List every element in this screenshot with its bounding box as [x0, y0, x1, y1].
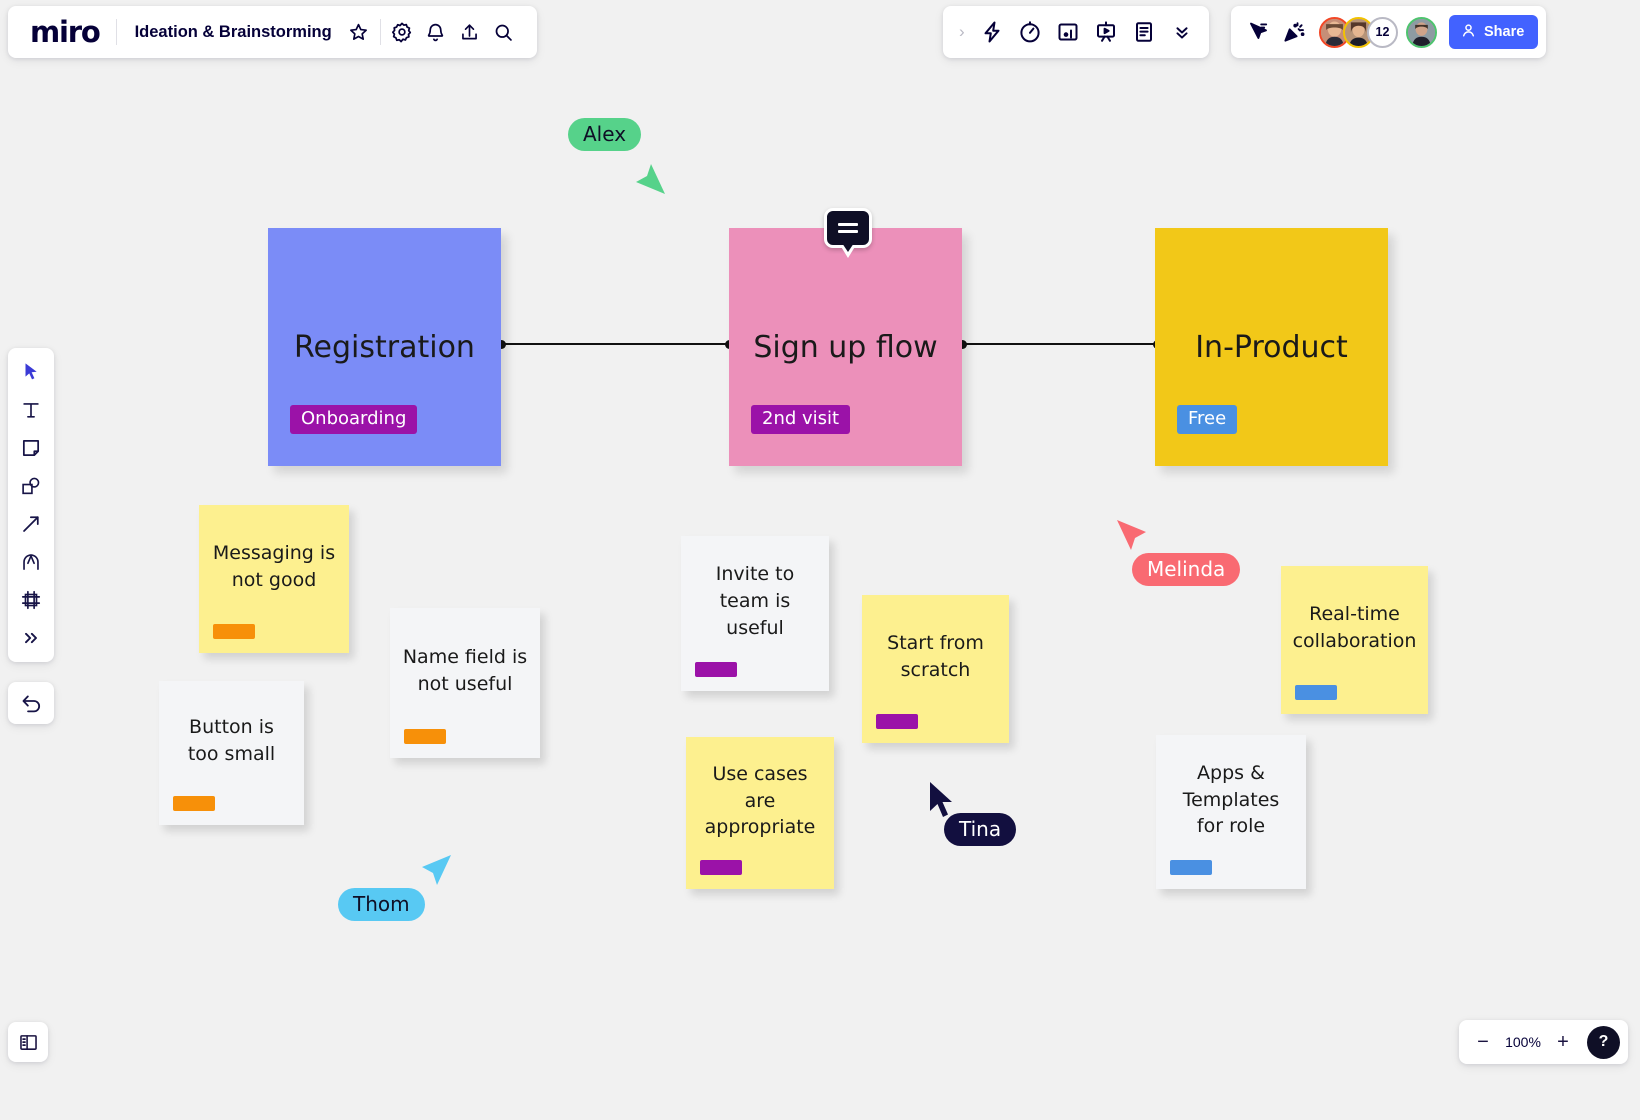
undo-button[interactable] — [8, 682, 54, 724]
note-text: Invite to team is useful — [715, 563, 795, 639]
collab-cursor-alex-pointer-icon — [634, 158, 668, 201]
card-sign-up-flow[interactable]: Sign up flow 2nd visit — [729, 228, 962, 466]
collaborator-avatars: 12 — [1319, 16, 1437, 48]
presentation-icon[interactable] — [1089, 15, 1123, 49]
note-button-is-too-small[interactable]: Button is too small — [159, 681, 304, 825]
card-tag[interactable]: Onboarding — [290, 405, 418, 434]
connector-registration-to-signup[interactable] — [501, 343, 729, 345]
sticky-note-tool[interactable] — [14, 432, 48, 464]
expand-tools-chevron-icon[interactable]: › — [953, 22, 971, 42]
collaborator-overflow-count[interactable]: 12 — [1367, 16, 1398, 48]
board-title[interactable]: Ideation & Brainstorming — [121, 23, 342, 42]
help-button[interactable]: ? — [1587, 1025, 1620, 1059]
note-text: Real-time collaboration — [1292, 603, 1417, 652]
connector-signup-to-inproduct[interactable] — [962, 343, 1157, 345]
note-text: Apps & Templates for role — [1182, 761, 1280, 838]
note-messaging-is-not-good[interactable]: Messaging is not good — [199, 505, 349, 653]
note-real-time-collaboration[interactable]: Real-time collaboration — [1281, 566, 1428, 714]
note-text: Messaging is not good — [212, 542, 336, 591]
note-invite-to-team-is-useful[interactable]: Invite to team is useful — [681, 536, 829, 691]
current-user-avatar[interactable] — [1406, 16, 1437, 48]
settings-gear-icon[interactable] — [385, 15, 419, 49]
note-tag-chip[interactable] — [1170, 860, 1212, 875]
shapes-tool[interactable] — [14, 470, 48, 502]
search-icon[interactable] — [487, 15, 521, 49]
card-title: In-Product — [1195, 329, 1348, 365]
note-apps-templates-for-role[interactable]: Apps & Templates for role — [1156, 735, 1306, 889]
note-text: Name field is not useful — [402, 646, 528, 695]
card-tag[interactable]: Free — [1177, 405, 1238, 434]
note-tag-chip[interactable] — [876, 714, 918, 729]
collab-cursor-thom-label: Thom — [338, 888, 425, 921]
note-text: Use cases are appropriate — [704, 762, 816, 839]
more-tools[interactable] — [14, 622, 48, 654]
miro-board-canvas[interactable]: miro Ideation & Brainstorming › 12 Share… — [0, 0, 1640, 1120]
note-start-from-scratch[interactable]: Start from scratch — [862, 595, 1009, 743]
upload-icon[interactable] — [453, 15, 487, 49]
zoom-out-button[interactable]: − — [1469, 1028, 1497, 1056]
lightning-bolt-icon[interactable] — [975, 15, 1009, 49]
note-text: Start from scratch — [887, 632, 984, 681]
card-title: Sign up flow — [753, 329, 938, 365]
note-use-cases-are-appropriate[interactable]: Use cases are appropriate — [686, 737, 834, 889]
header-right-bar: 12 Share — [1231, 6, 1547, 58]
share-person-icon — [1460, 22, 1477, 43]
note-text: Button is too small — [187, 716, 276, 765]
favorite-star-icon[interactable] — [342, 15, 376, 49]
header-tools-bar: › — [943, 6, 1209, 58]
note-tag-chip[interactable] — [700, 860, 742, 875]
note-tag-chip[interactable] — [213, 624, 255, 639]
notifications-bell-icon[interactable] — [419, 15, 453, 49]
collab-cursor-alex-label: Alex — [568, 118, 642, 151]
divider — [115, 19, 117, 45]
card-registration[interactable]: Registration Onboarding — [268, 228, 501, 466]
notes-icon[interactable] — [1127, 15, 1161, 49]
select-tool[interactable] — [14, 356, 48, 388]
pen-tool[interactable] — [14, 546, 48, 578]
zoom-controls: − 100% + ? — [1459, 1020, 1628, 1064]
cursor-pointer-icon[interactable] — [1241, 15, 1275, 49]
text-tool[interactable] — [14, 394, 48, 426]
zoom-in-button[interactable]: + — [1549, 1028, 1577, 1056]
card-in-product[interactable]: In-Product Free — [1155, 228, 1388, 466]
note-name-field-is-not-useful[interactable]: Name field is not useful — [390, 608, 540, 758]
card-title: Registration — [294, 329, 475, 365]
zoom-level-value[interactable]: 100% — [1501, 1034, 1545, 1050]
collab-cursor-tina-pointer-icon — [926, 780, 960, 827]
timer-icon[interactable] — [1013, 15, 1047, 49]
card-tag[interactable]: 2nd visit — [751, 405, 851, 434]
share-button[interactable]: Share — [1449, 15, 1539, 49]
collab-cursor-melinda-pointer-icon — [1114, 518, 1148, 561]
comment-pin[interactable] — [824, 208, 872, 248]
left-toolbar — [8, 348, 54, 662]
note-tag-chip[interactable] — [173, 796, 215, 811]
note-tag-chip[interactable] — [1295, 685, 1337, 700]
header-left-bar: miro Ideation & Brainstorming — [8, 6, 537, 58]
video-chat-icon[interactable] — [1051, 15, 1085, 49]
miro-logo[interactable]: miro — [24, 17, 112, 47]
panel-toggle-button[interactable] — [8, 1022, 48, 1062]
party-popper-icon[interactable] — [1277, 15, 1311, 49]
collab-cursor-melinda-label: Melinda — [1132, 553, 1241, 586]
collab-cursor-thom-pointer-icon — [420, 853, 454, 896]
frame-tool[interactable] — [14, 584, 48, 616]
note-tag-chip[interactable] — [695, 662, 737, 677]
arrow-tool[interactable] — [14, 508, 48, 540]
divider — [379, 19, 381, 45]
chevron-double-down-icon[interactable] — [1165, 15, 1199, 49]
note-tag-chip[interactable] — [404, 729, 446, 744]
share-button-label: Share — [1484, 24, 1525, 40]
